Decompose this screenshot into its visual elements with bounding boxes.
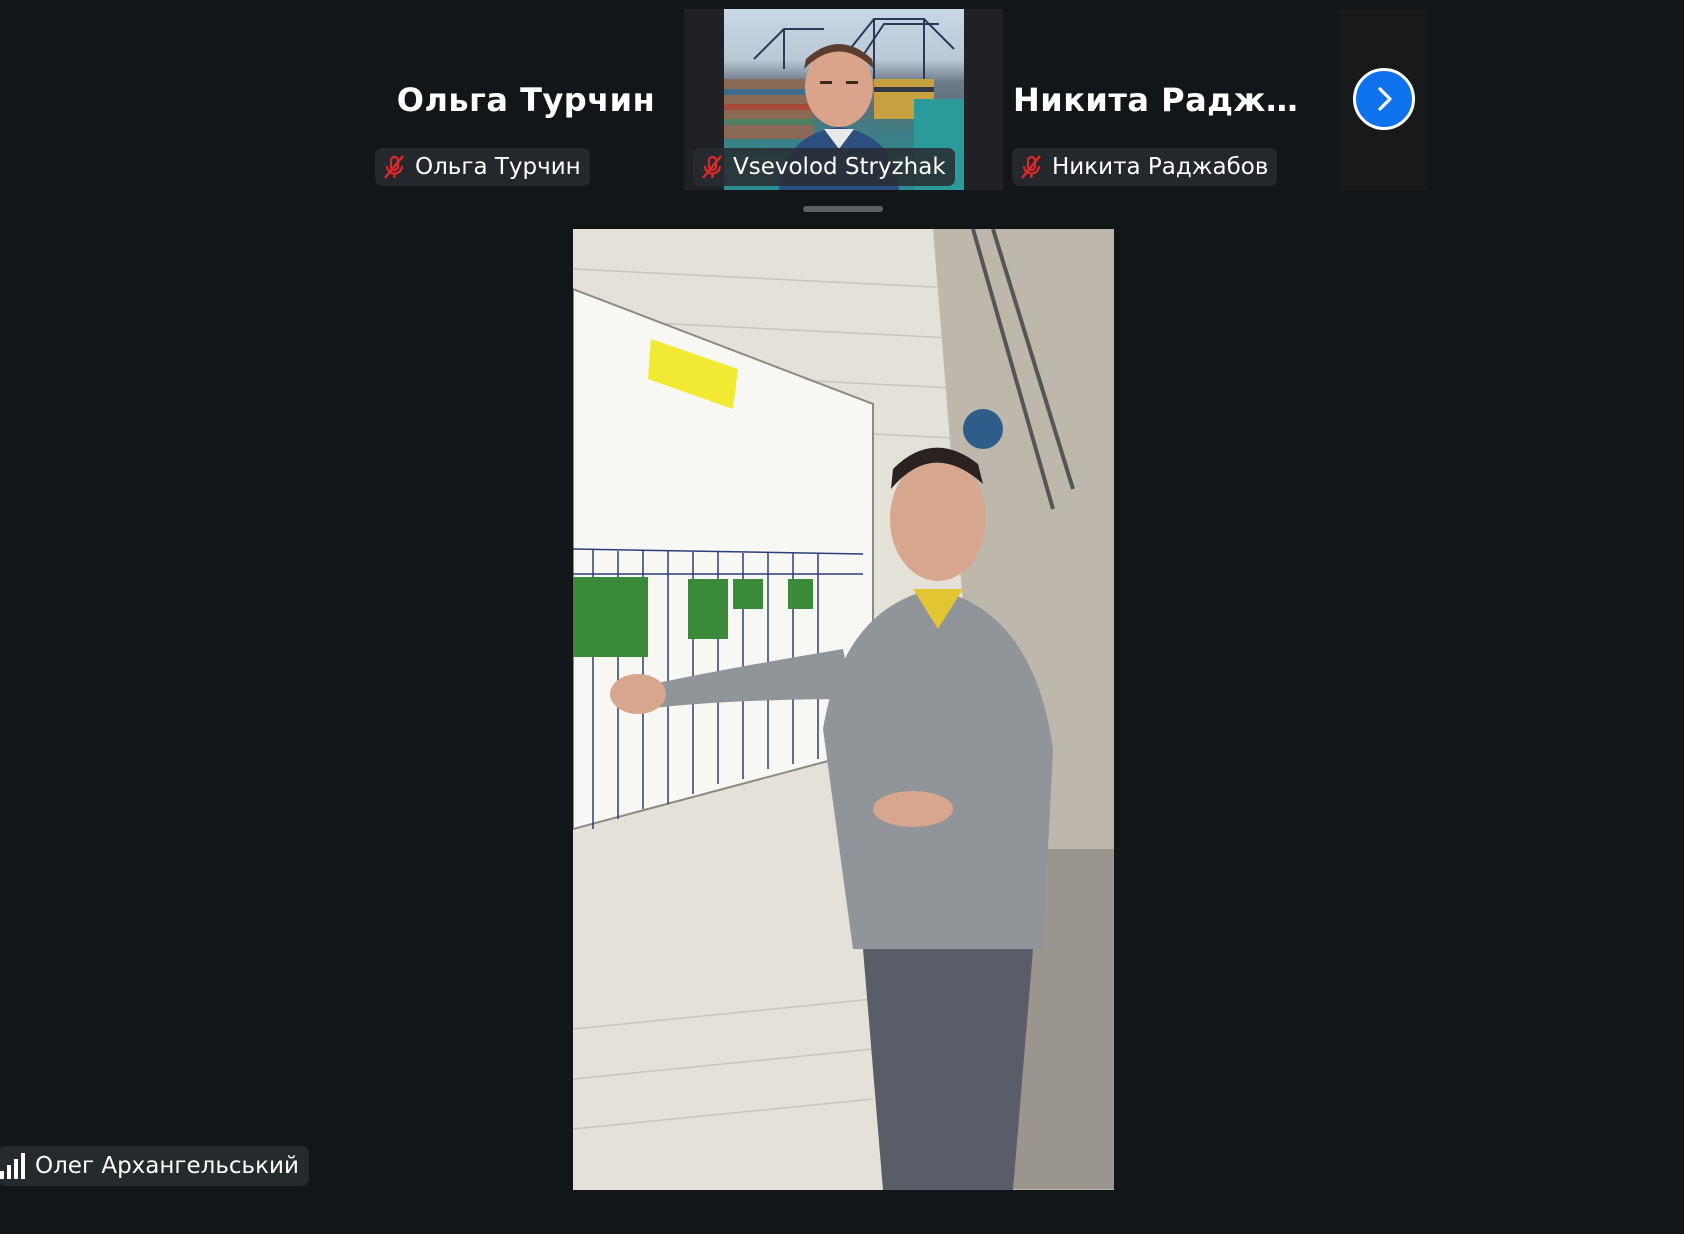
mic-muted-icon [699, 154, 725, 180]
strip-resize-handle[interactable] [803, 206, 883, 212]
mic-muted-icon [1018, 154, 1044, 180]
active-speaker-video [573, 229, 1114, 1190]
participant-name-pill: Никита Раджабов [1012, 148, 1278, 186]
participant-tile-nikita[interactable]: Никита Раджаб... Никита Раджабов [1003, 9, 1323, 190]
active-speaker-name-pill: Олег Архангельський [0, 1146, 309, 1186]
signal-bars-icon [0, 1153, 25, 1179]
participant-display-name: Никита Раджаб... [1013, 81, 1323, 119]
participant-name-label: Никита Раджабов [1052, 154, 1269, 180]
participant-display-name: Ольга Турчин [396, 81, 656, 119]
next-page-area [1339, 9, 1427, 190]
participant-name-label: Vsevolod Stryzhak [733, 154, 946, 180]
participant-tile-olga[interactable]: Ольга Турчин Ольга Турчин [366, 9, 686, 190]
participant-strip: Ольга Турчин Ольга Турчин Vsevolod Stryz… [0, 9, 1684, 190]
active-speaker-name: Олег Архангельський [35, 1153, 299, 1179]
participant-name-pill: Ольга Турчин [375, 148, 590, 186]
mic-muted-icon [381, 154, 407, 180]
participant-name-label: Ольга Турчин [415, 154, 581, 180]
next-page-button[interactable] [1353, 68, 1415, 130]
participant-tile-vsevolod[interactable]: Vsevolod Stryzhak [684, 9, 1004, 190]
chevron-right-icon [1378, 87, 1392, 111]
participant-name-pill: Vsevolod Stryzhak [693, 148, 955, 186]
